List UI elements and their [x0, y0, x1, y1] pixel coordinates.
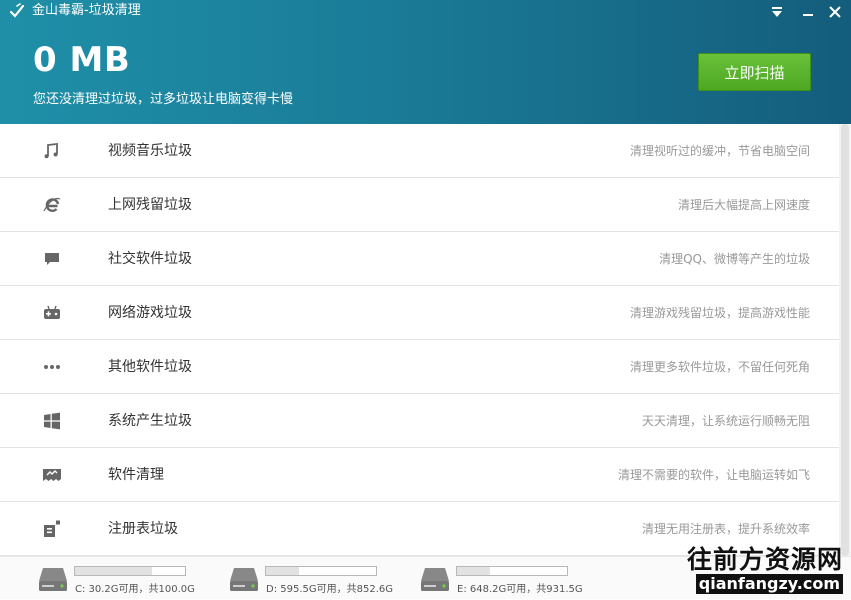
category-desc: 天天清理，让系统运行顺畅无阻: [641, 414, 810, 428]
game-controller-icon: [44, 305, 60, 319]
disk-info-text: C: 30.2G可用，共100.0G: [75, 584, 195, 595]
minimize-button[interactable]: [797, 2, 819, 22]
ie-browser-icon: [43, 197, 61, 212]
disk-c: C: 30.2G可用，共100.0G: [38, 557, 228, 600]
hard-drive-icon: [39, 568, 67, 591]
category-row-web[interactable]: 上网残留垃圾 清理后大幅提高上网速度: [0, 178, 839, 232]
category-label: 其他软件垃圾: [108, 359, 192, 375]
watermark-name: 往前方资源网: [686, 545, 843, 574]
category-label: 上网残留垃圾: [108, 197, 192, 213]
category-row-software-cleanup[interactable]: 软件清理 清理不需要的软件，让电脑运转如飞: [0, 448, 839, 502]
scan-now-button[interactable]: 立即扫描: [698, 53, 811, 91]
category-desc: 清理后大幅提高上网速度: [677, 198, 810, 212]
category-desc: 清理更多软件垃圾，不留任何死角: [629, 360, 810, 374]
junk-size-value: 0 MB: [33, 40, 131, 80]
scrollbar-thumb[interactable]: [841, 124, 849, 556]
disk-usage-bar: [265, 566, 377, 576]
category-label: 社交软件垃圾: [108, 251, 192, 267]
category-label: 视频音乐垃圾: [108, 143, 192, 159]
junk-category-list: 视频音乐垃圾 清理视听过的缓冲，节省电脑空间 上网残留垃圾 清理后大幅提高上网速…: [0, 124, 839, 556]
category-desc: 清理无用注册表，提升系统效率: [641, 522, 810, 536]
category-row-other-software[interactable]: 其他软件垃圾 清理更多软件垃圾，不留任何死角: [0, 340, 839, 394]
disk-usage-fill: [75, 567, 152, 575]
category-desc: 清理游戏残留垃圾，提高游戏性能: [629, 306, 810, 320]
uninstall-icon: [43, 469, 61, 481]
registry-icon: [44, 520, 60, 537]
minimize-icon: [803, 14, 813, 16]
category-desc: 清理不需要的软件，让电脑运转如飞: [617, 468, 810, 482]
windows-logo-icon: [44, 412, 60, 430]
music-note-icon: [44, 142, 58, 159]
disk-info-text: E: 648.2G可用，共931.5G: [457, 584, 583, 595]
category-row-games[interactable]: 网络游戏垃圾 清理游戏残留垃圾，提高游戏性能: [0, 286, 839, 340]
watermark-url: qianfangzy.com: [695, 574, 843, 594]
category-desc: 清理QQ、微博等产生的垃圾: [659, 252, 810, 266]
chevron-down-icon: [772, 7, 782, 17]
more-dots-icon: [44, 365, 60, 369]
disk-usage-bar: [74, 566, 186, 576]
category-desc: 清理视听过的缓冲，节省电脑空间: [629, 144, 810, 158]
category-label: 软件清理: [108, 467, 164, 483]
header-banner: 金山毒霸-垃圾清理 0 MB 您还没清理过垃圾，过多垃圾让电脑变得卡慢 立即扫描: [0, 0, 851, 124]
header-subtitle: 您还没清理过垃圾，过多垃圾让电脑变得卡慢: [33, 92, 294, 107]
category-row-system[interactable]: 系统产生垃圾 天天清理，让系统运行顺畅无阻: [0, 394, 839, 448]
list-scrollbar[interactable]: [839, 124, 851, 556]
category-row-video-music[interactable]: 视频音乐垃圾 清理视听过的缓冲，节省电脑空间: [0, 124, 839, 178]
disk-d: D: 595.5G可用，共852.6G: [229, 557, 419, 600]
hard-drive-icon: [421, 568, 449, 591]
disk-usage-bar: [456, 566, 568, 576]
category-label: 网络游戏垃圾: [108, 305, 192, 321]
category-label: 系统产生垃圾: [108, 413, 192, 429]
hard-drive-icon: [230, 568, 258, 591]
category-label: 注册表垃圾: [108, 521, 178, 537]
chat-bubble-icon: [45, 253, 59, 265]
title-bar[interactable]: 金山毒霸-垃圾清理: [0, 0, 851, 24]
site-watermark: 往前方资源网 qianfangzy.com: [660, 540, 851, 599]
close-icon: [829, 6, 841, 18]
category-row-social[interactable]: 社交软件垃圾 清理QQ、微博等产生的垃圾: [0, 232, 839, 286]
disk-info-text: D: 595.5G可用，共852.6G: [266, 584, 394, 595]
disk-usage-fill: [266, 567, 300, 575]
menu-dropdown-button[interactable]: [766, 2, 788, 22]
disk-e: E: 648.2G可用，共931.5G: [420, 557, 610, 600]
duba-logo-icon: [9, 3, 25, 18]
disk-usage-fill: [457, 567, 491, 575]
close-button[interactable]: [824, 2, 846, 22]
window-title: 金山毒霸-垃圾清理: [32, 3, 141, 18]
